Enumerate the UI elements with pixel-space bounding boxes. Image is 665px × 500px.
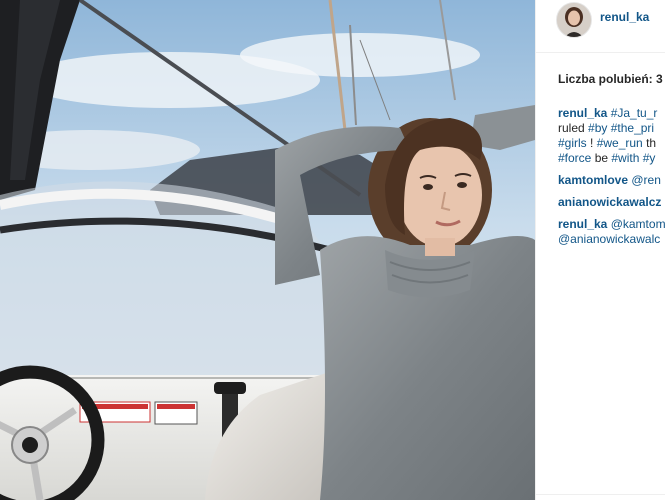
hashtag-link[interactable]: #with #y	[611, 151, 655, 165]
hashtag-link[interactable]: #force	[558, 151, 591, 165]
comment-line: #force be #with #y	[558, 151, 665, 166]
hashtag-link[interactable]: #Ja_tu_r	[611, 106, 658, 120]
comment-username-link[interactable]: renul_ka	[558, 217, 607, 231]
comment-line: anianowickawalcz	[558, 195, 665, 210]
comment-line: renul_ka #Ja_tu_r	[558, 106, 665, 121]
post-photo[interactable]	[0, 0, 535, 500]
post-header: renul_ka	[536, 0, 665, 53]
post-side-panel: renul_ka Liczba polubień: 3 renul_ka #Ja…	[535, 0, 665, 500]
hashtag-link[interactable]: @ren	[631, 173, 661, 187]
hashtag-link[interactable]: @anianowickawalc	[558, 232, 660, 246]
hashtag-link[interactable]: #girls	[558, 136, 587, 150]
comment-username-link[interactable]: renul_ka	[558, 106, 607, 120]
profile-photo-icon	[557, 3, 591, 37]
instagram-post-page: renul_ka Liczba polubień: 3 renul_ka #Ja…	[0, 0, 665, 500]
comment-text: th	[642, 136, 657, 150]
comment-text: ruled	[558, 121, 589, 135]
hashtag-link[interactable]: #by #the_pri	[588, 121, 654, 135]
comments-list: renul_ka #Ja_tu_r ruled #by #the_pri #girl…	[558, 106, 665, 254]
divider	[536, 494, 665, 495]
comment-line: kamtomlove @ren	[558, 173, 665, 188]
comment-line: #girls ! #we_run th	[558, 136, 665, 151]
boat-selfie-image	[0, 0, 535, 500]
comment-text: be	[591, 151, 612, 165]
comment-username-link[interactable]: kamtomlove	[558, 173, 628, 187]
avatar[interactable]	[556, 2, 592, 38]
comment-line: @anianowickawalc	[558, 232, 665, 247]
hashtag-link[interactable]: @kamtom	[611, 217, 665, 231]
comment-item: renul_ka @kamtom @anianowickawalc	[558, 217, 665, 247]
comment-item: renul_ka #Ja_tu_r ruled #by #the_pri #girl…	[558, 106, 665, 166]
comment-item: anianowickawalcz	[558, 195, 665, 210]
comment-username-link[interactable]: anianowickawalcz	[558, 195, 661, 209]
comment-line: ruled #by #the_pri	[558, 121, 665, 136]
comment-text: !	[586, 136, 597, 150]
owner-username-link[interactable]: renul_ka	[600, 10, 649, 24]
hashtag-link[interactable]: #we_run	[597, 136, 643, 150]
likes-count[interactable]: Liczba polubień: 3	[558, 72, 663, 86]
comment-line: renul_ka @kamtom	[558, 217, 665, 232]
comment-item: kamtomlove @ren	[558, 173, 665, 188]
